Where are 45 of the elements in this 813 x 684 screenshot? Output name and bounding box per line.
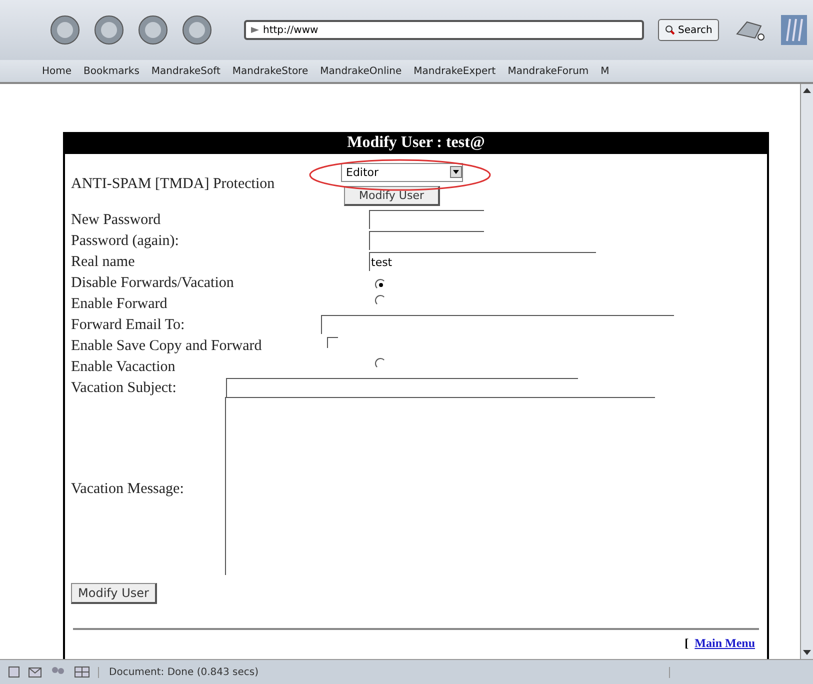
logo-icon: [781, 15, 808, 45]
mail-icon[interactable]: [28, 666, 42, 678]
checkbox[interactable]: [327, 337, 338, 348]
bookmark-link[interactable]: MandrakeStore: [232, 66, 308, 76]
link-icon: [250, 26, 260, 34]
field-label: Enable Vacaction: [71, 358, 176, 376]
radio-button[interactable]: [375, 358, 386, 369]
field-label: Real name: [71, 253, 136, 271]
address-field[interactable]: http://www: [244, 20, 644, 40]
editor-dropdown[interactable]: Editor: [341, 162, 463, 182]
field-label: Vacation Message:: [71, 480, 185, 498]
status-text: Document: Done (0.843 secs): [98, 666, 670, 678]
main-menu-link[interactable]: Main Menu: [694, 636, 755, 650]
radio-button[interactable]: [375, 279, 386, 290]
field-label: ANTI-SPAM [TMDA] Protection: [71, 175, 276, 193]
scrollbar[interactable]: [800, 84, 813, 659]
caret-icon: [450, 166, 462, 178]
radio-button[interactable]: [375, 295, 386, 306]
field-label: Vacation Subject:: [71, 379, 178, 397]
modify-user-button[interactable]: Modify User: [344, 186, 440, 206]
field-label: Disable Forwards/Vacation: [71, 274, 235, 292]
grid-icon[interactable]: [74, 666, 90, 678]
form-title: Modify User : test@: [65, 132, 767, 154]
window-icon[interactable]: [8, 666, 20, 678]
bookmark-link[interactable]: Bookmarks: [84, 66, 140, 76]
search-icon: [665, 25, 675, 35]
field-label: Forward Email To:: [71, 316, 186, 334]
bookmark-link[interactable]: MandrakeOnline: [320, 66, 402, 76]
text-field[interactable]: test: [369, 252, 596, 271]
field-label: New Password: [71, 211, 162, 229]
bookmark-link[interactable]: MandrakeExpert: [414, 66, 496, 76]
search-button[interactable]: Search: [658, 19, 720, 41]
bracket-text: [: [684, 636, 689, 650]
text-field[interactable]: [369, 231, 484, 250]
url-text: http://www: [263, 24, 318, 36]
field-label: Password (again):: [71, 232, 180, 250]
modify-user-button[interactable]: Modify User: [71, 583, 157, 604]
field-label: Enable Forward: [71, 295, 168, 313]
field-label: Enable Save Copy and Forward: [71, 337, 263, 355]
bookmark-link[interactable]: M: [600, 66, 610, 76]
bookmark-link[interactable]: Home: [42, 66, 72, 76]
text-field[interactable]: [369, 210, 484, 229]
bookmark-link[interactable]: MandrakeForum: [508, 66, 589, 76]
text-field[interactable]: [226, 378, 578, 397]
bookmark-link[interactable]: MandrakeSoft: [151, 66, 220, 76]
